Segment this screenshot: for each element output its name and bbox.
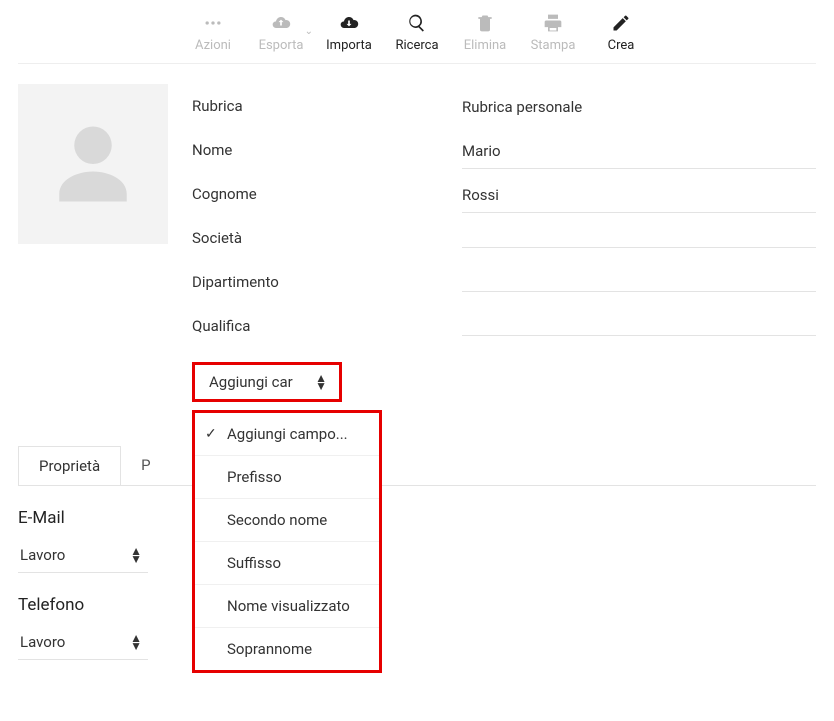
company-row: Società — [192, 216, 816, 260]
department-input[interactable] — [462, 273, 816, 292]
addressbook-label: Rubrica — [192, 97, 462, 115]
jobtitle-input[interactable] — [462, 317, 816, 336]
department-label: Dipartimento — [192, 273, 462, 291]
select-arrows-icon: ▲▼ — [130, 547, 142, 563]
print-icon — [542, 12, 564, 34]
add-field-option-default[interactable]: ✓ Aggiungi campo... — [195, 413, 379, 455]
addressbook-value: Rubrica personale — [462, 88, 816, 124]
jobtitle-row: Qualifica — [192, 304, 816, 348]
tab-other[interactable]: P — [121, 446, 170, 485]
cloud-download-icon — [338, 12, 360, 34]
contact-form: Rubrica Rubrica personale Nome Mario Cog… — [0, 64, 834, 402]
toolbar: Azioni ⌄ Esporta Importa Ricerca Elimina… — [18, 0, 816, 64]
company-label: Società — [192, 229, 462, 247]
add-field-option-middlename[interactable]: Secondo nome — [195, 498, 379, 541]
actions-button[interactable]: Azioni — [185, 12, 241, 53]
email-section-title: E-Mail — [18, 508, 816, 528]
print-button[interactable]: Stampa — [525, 12, 581, 53]
add-field-option-nickname[interactable]: Soprannome — [195, 627, 379, 670]
import-button[interactable]: Importa — [321, 12, 377, 53]
ellipsis-icon — [202, 12, 224, 34]
select-arrows-icon: ▲▼ — [130, 634, 142, 650]
lastname-input[interactable]: Rossi — [462, 176, 816, 213]
department-row: Dipartimento — [192, 260, 816, 304]
check-icon: ✓ — [205, 426, 217, 442]
add-field-label: Aggiungi car — [209, 373, 293, 391]
tabs: Proprietà P — [18, 446, 816, 486]
create-button[interactable]: Crea — [593, 12, 649, 53]
search-button[interactable]: Ricerca — [389, 12, 445, 53]
chevron-down-icon: ⌄ — [305, 26, 313, 37]
trash-icon — [474, 12, 496, 34]
delete-button[interactable]: Elimina — [457, 12, 513, 53]
add-field-dropdown: ✓ Aggiungi campo... Prefisso Secondo nom… — [192, 410, 382, 673]
lastname-label: Cognome — [192, 185, 462, 203]
export-button[interactable]: ⌄ Esporta — [253, 12, 309, 53]
firstname-row: Nome Mario — [192, 128, 816, 172]
tab-properties[interactable]: Proprietà — [18, 446, 121, 485]
jobtitle-label: Qualifica — [192, 317, 462, 335]
phone-type-select[interactable]: Lavoro ▲▼ — [18, 625, 148, 660]
company-input[interactable] — [462, 229, 816, 248]
add-field-select[interactable]: Aggiungi car ▲▼ — [192, 362, 342, 402]
add-field-option-prefix[interactable]: Prefisso — [195, 455, 379, 498]
add-field-option-suffix[interactable]: Suffisso — [195, 541, 379, 584]
email-type-select[interactable]: Lavoro ▲▼ — [18, 538, 148, 573]
avatar[interactable] — [18, 84, 168, 244]
firstname-label: Nome — [192, 141, 462, 159]
pencil-icon — [610, 12, 632, 34]
lastname-row: Cognome Rossi — [192, 172, 816, 216]
search-icon — [406, 12, 428, 34]
firstname-input[interactable]: Mario — [462, 132, 816, 169]
phone-section-title: Telefono — [18, 595, 816, 615]
select-arrows-icon: ▲▼ — [315, 374, 327, 390]
addressbook-row: Rubrica Rubrica personale — [192, 84, 816, 128]
add-field-option-displayname[interactable]: Nome visualizzato — [195, 584, 379, 627]
user-icon — [48, 119, 138, 209]
cloud-upload-icon — [270, 12, 292, 34]
